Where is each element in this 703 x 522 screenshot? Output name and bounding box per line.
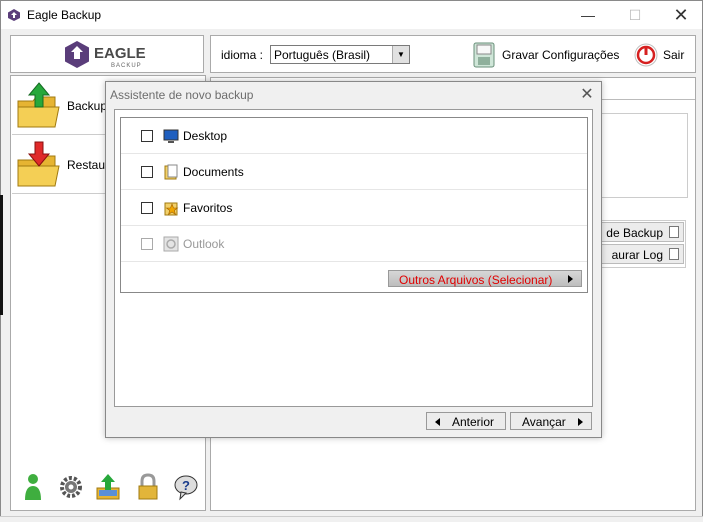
button-label: de Backup (606, 226, 663, 240)
documents-checkbox[interactable] (141, 166, 153, 178)
sidebar-item-label: Backup (67, 99, 108, 113)
outlook-checkbox (141, 238, 153, 250)
folder-download-icon (17, 141, 60, 187)
other-files-label: Outros Arquivos (Selecionar) (399, 273, 553, 287)
desktop-checkbox[interactable] (141, 130, 153, 142)
previous-label: Anterior (452, 415, 495, 429)
maximize-button[interactable]: ☐ (612, 1, 658, 29)
desktop-icon (163, 129, 179, 143)
button-label: aurar Log (611, 248, 663, 262)
favorites-checkbox[interactable] (141, 202, 153, 214)
minimize-button[interactable]: — (565, 1, 611, 29)
next-button[interactable]: Avançar (510, 412, 592, 430)
arrow-right-icon (578, 418, 583, 426)
power-exit-icon[interactable] (634, 43, 658, 67)
floppy-save-icon[interactable] (473, 42, 495, 68)
toolbar: idioma : Português (Brasil) ▼ Gravar Con… (210, 35, 696, 73)
window-title: Eagle Backup (27, 8, 102, 22)
favorites-icon (164, 202, 179, 216)
item-label: Desktop (183, 129, 228, 143)
language-select[interactable]: Português (Brasil) ▼ (270, 45, 410, 64)
language-label: idioma : (221, 48, 264, 62)
logo-panel: EAGLE BACKUP (10, 35, 204, 73)
document-icon (669, 248, 679, 260)
title-bar[interactable]: Eagle Backup — ☐ ✕ (1, 1, 702, 29)
item-label: Documents (183, 165, 244, 179)
dialog-close-icon[interactable]: ✕ (577, 84, 597, 104)
window-edge (0, 195, 3, 315)
upload-icon[interactable] (94, 472, 122, 502)
list-item[interactable]: Documents (121, 154, 587, 190)
backup-source-list: Desktop Documents Favoritos Outlook Outr… (120, 117, 588, 293)
app-logo-icon (8, 9, 20, 21)
previous-button[interactable]: Anterior (426, 412, 506, 430)
language-value: Português (Brasil) (274, 48, 371, 62)
folder-upload-icon (17, 82, 60, 128)
lock-icon[interactable] (134, 472, 162, 502)
eagle-backup-logo: EAGLE BACKUP (65, 41, 146, 69)
document-icon (669, 226, 679, 238)
side-actions: de Backup aurar Log (594, 220, 686, 268)
restore-log-button[interactable]: aurar Log (596, 244, 684, 264)
backup-log-button[interactable]: de Backup (596, 222, 684, 242)
next-label: Avançar (522, 415, 566, 429)
list-item[interactable]: Desktop (121, 118, 587, 154)
item-label: Favoritos (183, 201, 233, 215)
gear-icon[interactable] (57, 472, 85, 502)
logo-subtext: BACKUP (111, 63, 142, 69)
save-settings-button[interactable]: Gravar Configurações (502, 48, 619, 62)
dialog-body: Desktop Documents Favoritos Outlook Outr… (114, 109, 593, 407)
other-files-button[interactable]: Outros Arquivos (Selecionar) (388, 270, 582, 287)
window-bottom-border (0, 516, 703, 522)
arrow-right-icon (568, 275, 573, 283)
documents-icon (164, 164, 178, 180)
new-backup-wizard-dialog: Assistente de novo backup ✕ Desktop Docu… (105, 81, 602, 438)
help-icon[interactable]: ? (172, 472, 200, 502)
close-button[interactable]: ✕ (658, 1, 703, 29)
item-label: Outlook (183, 237, 225, 251)
svg-text:?: ? (182, 478, 190, 493)
user-icon[interactable] (19, 472, 47, 502)
chevron-down-icon[interactable]: ▼ (392, 46, 409, 63)
list-item: Outlook (121, 226, 587, 262)
exit-button[interactable]: Sair (663, 48, 684, 62)
outlook-icon (163, 236, 179, 252)
logo-text: EAGLE (94, 45, 146, 62)
arrow-left-icon (435, 418, 440, 426)
list-item[interactable]: Favoritos (121, 190, 587, 226)
dialog-title: Assistente de novo backup (110, 88, 254, 102)
